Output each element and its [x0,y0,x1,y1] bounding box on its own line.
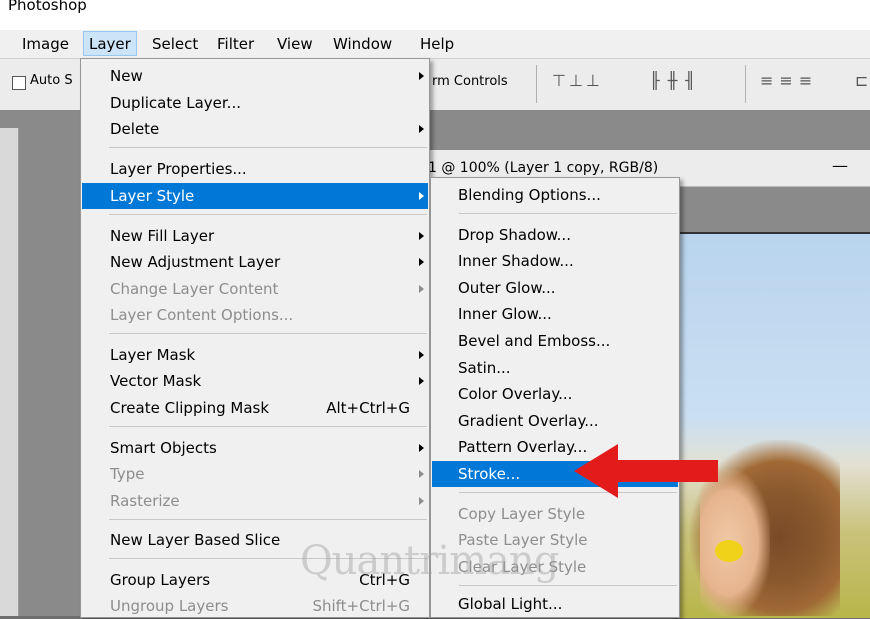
submenu-arrow-icon [419,125,424,133]
menu-separator [459,213,677,214]
menu-item-gradient-overlay[interactable]: Gradient Overlay... [432,408,678,434]
submenu-arrow-icon [419,351,424,359]
menu-image[interactable]: Image [22,35,69,53]
submenu-arrow-icon [419,444,424,452]
menu-item-copy-layer-style[interactable]: Copy Layer Style [432,501,678,527]
menu-item-create-clipping-mask[interactable]: Create Clipping Mask Alt+Ctrl+G [82,395,428,421]
menu-separator [109,147,427,148]
menu-item-type[interactable]: Type [82,461,428,487]
menu-item-new[interactable]: New [82,63,428,89]
menu-item-delete[interactable]: Delete [82,116,428,142]
menu-item-inner-glow[interactable]: Inner Glow... [432,301,678,327]
menu-item-layer-properties[interactable]: Layer Properties... [82,156,428,182]
menu-item-rasterize[interactable]: Rasterize [82,488,428,514]
submenu-arrow-icon [419,377,424,385]
document-title: 1 @ 100% (Layer 1 copy, RGB/8) [428,160,659,176]
menu-item-layer-style[interactable]: Layer Style [82,183,428,209]
menu-item-inner-shadow[interactable]: Inner Shadow... [432,248,678,274]
menu-separator [109,426,427,427]
auto-select-checkbox[interactable] [12,76,26,90]
transform-controls-label: rm Controls [432,74,508,89]
title-bar: Photoshop [0,0,870,30]
menu-item-satin[interactable]: Satin... [432,355,678,381]
menu-item-blending-options[interactable]: Blending Options... [432,182,678,208]
menu-layer[interactable]: Layer [83,31,137,56]
menu-separator [109,214,427,215]
menu-item-global-light[interactable]: Global Light... [432,591,678,617]
menu-separator [109,333,427,334]
menu-item-smart-objects[interactable]: Smart Objects [82,435,428,461]
menu-bar: Image Layer Select Filter View Window He… [0,30,870,58]
menu-item-vector-mask[interactable]: Vector Mask [82,368,428,394]
menu-item-change-layer-content[interactable]: Change Layer Content [82,276,428,302]
menu-item-drop-shadow[interactable]: Drop Shadow... [432,222,678,248]
tools-panel [0,128,19,616]
menu-item-outer-glow[interactable]: Outer Glow... [432,275,678,301]
menu-item-new-adjustment-layer[interactable]: New Adjustment Layer [82,249,428,275]
red-arrow-icon [574,444,718,498]
shortcut-label: Shift+Ctrl+G [312,597,410,615]
options-divider [536,65,537,103]
menu-item-layer-content-options[interactable]: Layer Content Options... [82,302,428,328]
submenu-arrow-icon [419,232,424,240]
menu-item-ungroup-layers[interactable]: Ungroup Layers Shift+Ctrl+G [82,593,428,619]
menu-window[interactable]: Window [333,35,392,53]
shortcut-label: Alt+Ctrl+G [326,399,410,417]
submenu-arrow-icon [419,470,424,478]
menu-item-new-fill-layer[interactable]: New Fill Layer [82,223,428,249]
hair-flower [715,540,743,562]
auto-select-label: Auto S [30,73,73,88]
submenu-arrow-icon [419,285,424,293]
minimize-button[interactable]: — [832,156,848,175]
submenu-arrow-icon [419,192,424,200]
menu-separator [109,519,427,520]
menu-help[interactable]: Help [420,35,454,53]
menu-item-layer-mask[interactable]: Layer Mask [82,342,428,368]
submenu-arrow-icon [419,497,424,505]
layer-menu: New Duplicate Layer... Delete Layer Prop… [80,58,430,618]
menu-item-color-overlay[interactable]: Color Overlay... [432,381,678,407]
menu-item-duplicate-layer[interactable]: Duplicate Layer... [82,90,428,116]
distribute-icon[interactable]: ≡≡≡ [760,71,818,90]
distribute-more-icon[interactable]: ⊏ [855,71,868,90]
align-centers-icon[interactable]: ╟╫╢ [650,71,703,90]
submenu-arrow-icon [419,258,424,266]
watermark-logo: Quantrimang [300,538,559,584]
menu-separator [459,585,677,586]
menu-filter[interactable]: Filter [217,35,254,53]
options-divider [745,65,746,103]
menu-select[interactable]: Select [152,35,198,53]
app-title: Photoshop [8,0,87,14]
align-edges-icon[interactable]: ⊤⊥⊥ [552,71,603,90]
menu-view[interactable]: View [277,35,313,53]
menu-item-bevel-and-emboss[interactable]: Bevel and Emboss... [432,328,678,354]
submenu-arrow-icon [419,72,424,80]
